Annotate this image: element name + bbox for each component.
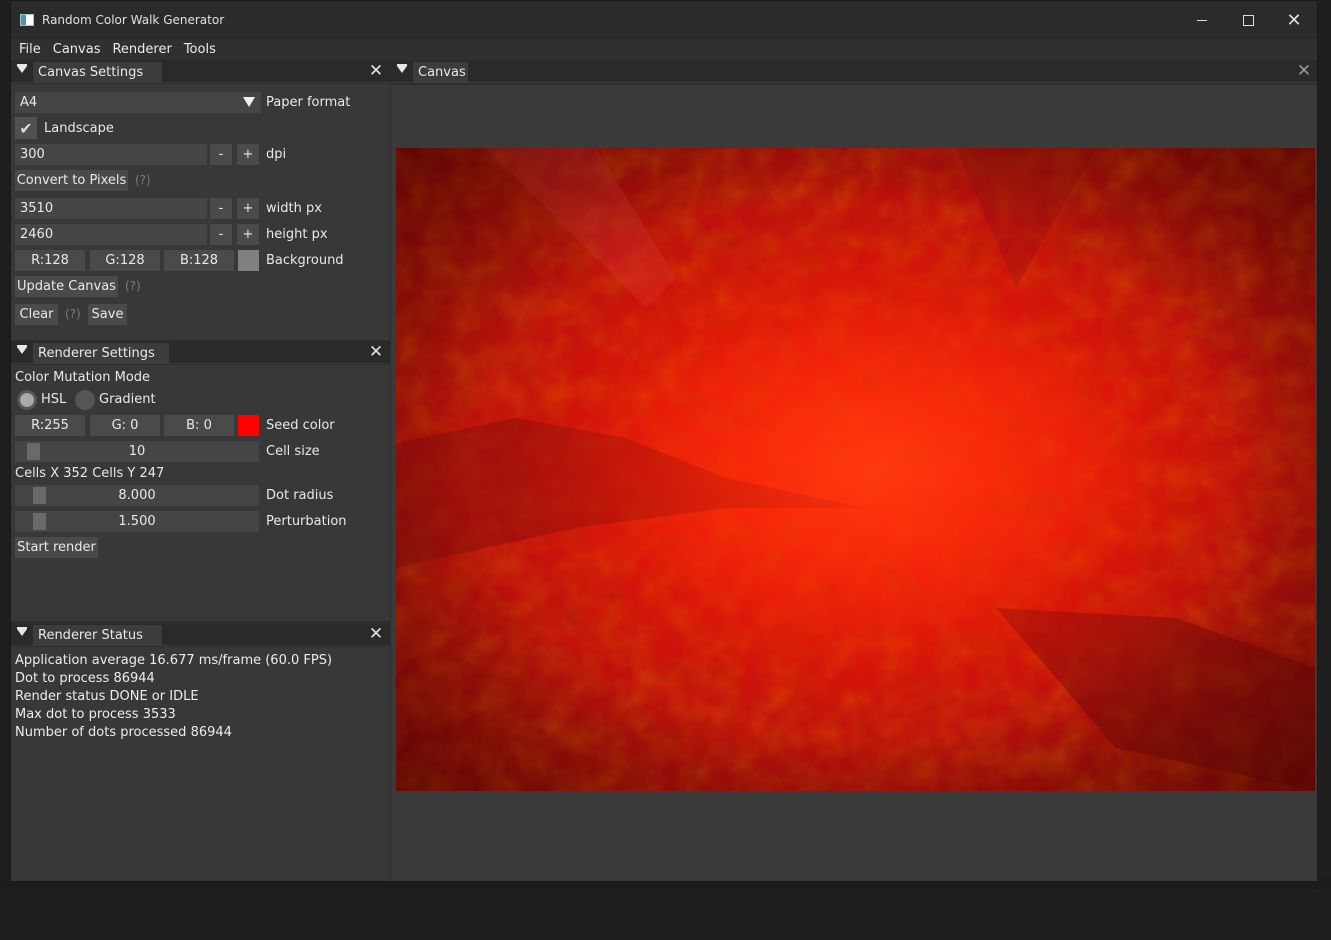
bg-red-input[interactable]: R:128 (15, 250, 85, 271)
close-icon[interactable]: ✕ (368, 62, 384, 80)
maximize-button[interactable] (1225, 1, 1271, 39)
chevron-down-icon[interactable] (243, 97, 255, 107)
gradient-radio[interactable] (75, 390, 95, 410)
collapse-icon[interactable] (17, 345, 27, 354)
minimize-icon (1197, 19, 1207, 21)
seed-red-input[interactable]: R:255 (15, 415, 85, 436)
width-decrement-button[interactable]: - (210, 198, 232, 219)
help-icon[interactable]: (?) (135, 170, 151, 191)
dpi-label: dpi (266, 147, 287, 162)
status-line: Render status DONE or IDLE (15, 689, 199, 704)
cell-size-value: 10 (128, 444, 146, 459)
landscape-label: Landscape (44, 121, 114, 136)
collapse-icon[interactable] (397, 64, 407, 73)
background-desktop-left (0, 0, 10, 889)
canvas-viewport[interactable] (391, 85, 1317, 881)
close-icon: ✕ (1286, 9, 1302, 31)
menu-renderer[interactable]: Renderer (106, 39, 177, 60)
hsl-radio[interactable] (17, 390, 37, 410)
seed-color-swatch[interactable] (238, 415, 259, 436)
color-mode-heading: Color Mutation Mode (15, 370, 151, 385)
background-label: Background (266, 253, 344, 268)
save-button[interactable]: Save (88, 304, 127, 325)
rendered-artwork[interactable] (396, 148, 1315, 791)
status-line: Application average 16.677 ms/frame (60.… (15, 653, 333, 668)
close-icon[interactable]: ✕ (368, 343, 384, 361)
slider-handle[interactable] (33, 513, 46, 530)
dpi-input[interactable]: 300 (15, 144, 207, 165)
check-icon: ✔ (19, 118, 33, 138)
tab-canvas-settings[interactable]: Canvas Settings (33, 62, 162, 83)
collapse-icon[interactable] (17, 64, 27, 73)
renderer-settings-body: Color Mutation Mode HSL Gradient R:255 G… (11, 365, 390, 621)
maximize-icon (1242, 14, 1254, 26)
canvas-settings-body: A4 Paper format ✔ Landscape 300 - + dpi … (11, 84, 390, 340)
title-bar[interactable]: Random Color Walk Generator ✕ (11, 1, 1317, 39)
width-increment-button[interactable]: + (237, 198, 259, 219)
help-icon[interactable]: (?) (125, 276, 141, 297)
bg-green-input[interactable]: G:128 (90, 250, 160, 271)
renderer-status-body: Application average 16.677 ms/frame (60.… (11, 647, 390, 881)
app-window: Random Color Walk Generator ✕ File Canva… (10, 0, 1318, 882)
close-icon[interactable]: ✕ (1296, 62, 1312, 80)
slider-handle[interactable] (33, 487, 46, 504)
minimize-button[interactable] (1179, 1, 1225, 39)
dpi-increment-button[interactable]: + (237, 144, 259, 165)
start-render-button[interactable]: Start render (15, 537, 98, 558)
app-icon (20, 14, 34, 26)
convert-to-pixels-button[interactable]: Convert to Pixels (15, 170, 128, 191)
height-label: height px (266, 227, 328, 242)
menu-bar: File Canvas Renderer Tools (11, 39, 1317, 60)
paper-format-select[interactable]: A4 (15, 92, 261, 113)
tab-renderer-settings[interactable]: Renderer Settings (33, 343, 169, 364)
dot-radius-label: Dot radius (266, 488, 334, 503)
width-label: width px (266, 201, 322, 216)
dot-radius-slider[interactable]: 8.000 (15, 485, 259, 506)
status-line: Max dot to process 3533 (15, 707, 176, 722)
perturbation-slider[interactable]: 1.500 (15, 511, 259, 532)
collapse-icon[interactable] (17, 627, 27, 636)
canvas-settings-header: Canvas Settings ✕ (11, 61, 390, 83)
menu-canvas[interactable]: Canvas (47, 39, 107, 60)
window-title: Random Color Walk Generator (42, 13, 225, 27)
hsl-label: HSL (41, 392, 67, 407)
close-icon[interactable]: ✕ (368, 625, 384, 643)
status-line: Dot to process 86944 (15, 671, 155, 686)
canvas-panel-header: Canvas ✕ (391, 61, 1317, 83)
cells-count-text: Cells X 352 Cells Y 247 (15, 466, 165, 481)
perturbation-label: Perturbation (266, 514, 347, 529)
cell-size-label: Cell size (266, 444, 320, 459)
slider-handle[interactable] (27, 443, 40, 460)
dot-radius-value: 8.000 (118, 488, 156, 503)
seed-blue-input[interactable]: B: 0 (164, 415, 234, 436)
gradient-label: Gradient (99, 392, 156, 407)
background-color-swatch[interactable] (238, 250, 259, 271)
height-decrement-button[interactable]: - (210, 224, 232, 245)
menu-file[interactable]: File (11, 39, 47, 60)
seed-color-label: Seed color (266, 418, 335, 433)
width-input[interactable]: 3510 (15, 198, 207, 219)
landscape-checkbox[interactable]: ✔ (15, 117, 37, 139)
perturbation-value: 1.500 (118, 514, 156, 529)
status-line: Number of dots processed 86944 (15, 725, 232, 740)
seed-green-input[interactable]: G: 0 (90, 415, 160, 436)
window-controls: ✕ (1179, 1, 1317, 39)
renderer-settings-header: Renderer Settings ✕ (11, 342, 390, 364)
tab-canvas[interactable]: Canvas (413, 62, 468, 83)
cell-size-slider[interactable]: 10 (15, 441, 259, 462)
height-input[interactable]: 2460 (15, 224, 207, 245)
height-increment-button[interactable]: + (237, 224, 259, 245)
renderer-status-header: Renderer Status ✕ (11, 624, 390, 646)
menu-tools[interactable]: Tools (178, 39, 222, 60)
help-icon[interactable]: (?) (65, 304, 81, 325)
bg-blue-input[interactable]: B:128 (164, 250, 234, 271)
tab-renderer-status[interactable]: Renderer Status (33, 625, 162, 646)
dpi-decrement-button[interactable]: - (210, 144, 232, 165)
clear-button[interactable]: Clear (15, 304, 58, 325)
paper-format-label: Paper format (266, 95, 351, 110)
update-canvas-button[interactable]: Update Canvas (15, 276, 118, 297)
artwork-texture (396, 148, 1315, 791)
close-window-button[interactable]: ✕ (1271, 1, 1317, 39)
